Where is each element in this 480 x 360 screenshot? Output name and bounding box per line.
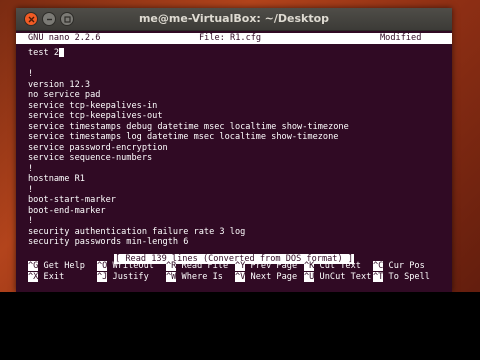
text-line: ! bbox=[28, 163, 34, 174]
text-line: security authentication failure rate 3 l… bbox=[28, 226, 246, 237]
window-title: me@me-VirtualBox: ~/Desktop bbox=[138, 12, 330, 25]
shortcut-label: Read File bbox=[181, 260, 229, 271]
shortcut-where-is[interactable]: ^W Where Is bbox=[166, 271, 223, 283]
shortcut-label: Where Is bbox=[181, 271, 223, 282]
shortcut-label: To Spell bbox=[388, 271, 430, 282]
shortcut-label: Prev Page bbox=[250, 260, 298, 271]
status-line: [ Read 139 lines (Converted from DOS for… bbox=[16, 250, 452, 264]
text-line: service timestamps debug datetime msec l… bbox=[28, 121, 349, 132]
shortcut-prev-page[interactable]: ^Y Prev Page bbox=[235, 260, 298, 272]
nano-modified-flag: Modified bbox=[380, 33, 422, 43]
text-line: version 12.3 bbox=[28, 79, 91, 90]
shortcut-label: Cur Pos bbox=[388, 260, 425, 271]
text-line bbox=[16, 59, 452, 70]
terminal-area[interactable]: GNU nano 2.2.6 File: R1.cfg Modified tes… bbox=[16, 31, 452, 292]
text-line: ! bbox=[16, 69, 452, 80]
shortcut-key: ^U bbox=[304, 271, 315, 282]
shortcut-uncut-text[interactable]: ^U UnCut Text bbox=[304, 271, 372, 283]
text-line: service tcp-keepalives-out bbox=[28, 111, 163, 121]
shortcut-key: ^Y bbox=[235, 260, 246, 271]
nano-version: GNU nano 2.2.6 bbox=[28, 33, 101, 43]
shortcut-key: ^J bbox=[97, 271, 108, 282]
text-line: test 2 bbox=[16, 48, 452, 59]
text-line: service tcp-keepalives-in bbox=[28, 100, 158, 111]
shortcut-key: ^R bbox=[166, 260, 177, 271]
nano-header: GNU nano 2.2.6 File: R1.cfg Modified bbox=[16, 33, 452, 44]
shortcut-key: ^O bbox=[97, 260, 108, 271]
shortcut-exit[interactable]: ^X Exit bbox=[28, 271, 65, 283]
video-letterbox bbox=[0, 292, 480, 360]
shortcut-label: Exit bbox=[43, 271, 65, 282]
shortcut-key: ^X bbox=[28, 271, 39, 282]
shortcut-key: ^V bbox=[235, 271, 246, 282]
text-line: ! bbox=[28, 184, 34, 195]
nano-filename: File: R1.cfg bbox=[199, 33, 262, 43]
shortcut-label: UnCut Text bbox=[319, 271, 372, 282]
text-line: service sequence-numbers bbox=[28, 153, 153, 163]
shortcut-key: ^T bbox=[373, 271, 384, 282]
shortcut-label: Justify bbox=[112, 271, 149, 282]
text-cursor bbox=[59, 48, 65, 57]
shortcut-label: Cut Text bbox=[319, 260, 361, 271]
shortcut-key: ^G bbox=[28, 260, 39, 271]
shortcut-to-spell[interactable]: ^T To Spell bbox=[373, 271, 430, 283]
shortcut-row-1: ^G Get Help ^O WriteOut ^R Read File ^Y … bbox=[16, 260, 452, 272]
terminal-window: me@me-VirtualBox: ~/Desktop GNU nano 2.2… bbox=[16, 8, 452, 292]
shortcut-cur-pos[interactable]: ^C Cur Pos bbox=[373, 260, 425, 272]
text-line: boot-end-marker bbox=[28, 205, 106, 216]
text-line: no service pad bbox=[28, 90, 101, 100]
shortcut-key: ^C bbox=[373, 260, 384, 271]
shortcut-label: WriteOut bbox=[112, 260, 154, 271]
shortcut-cut-text[interactable]: ^K Cut Text bbox=[304, 260, 361, 272]
editor-buffer[interactable]: test 2 ! version 12.3 no service pad ser… bbox=[16, 48, 452, 248]
shortcut-next-page[interactable]: ^V Next Page bbox=[235, 271, 298, 283]
text-line: service timestamps log datetime msec loc… bbox=[28, 132, 339, 142]
text-line: boot-start-marker bbox=[28, 195, 116, 205]
shortcut-label: Get Help bbox=[43, 260, 85, 271]
window-titlebar[interactable]: me@me-VirtualBox: ~/Desktop bbox=[16, 8, 452, 31]
shortcut-writeout[interactable]: ^O WriteOut bbox=[97, 260, 154, 272]
shortcut-key: ^K bbox=[304, 260, 315, 271]
text-line: security passwords min-length 6 bbox=[28, 237, 189, 247]
text-line: ! bbox=[28, 216, 34, 226]
shortcut-get-help[interactable]: ^G Get Help bbox=[28, 260, 85, 272]
shortcut-key: ^W bbox=[166, 271, 177, 282]
shortcut-read-file[interactable]: ^R Read File bbox=[166, 260, 229, 272]
text-line: hostname R1 bbox=[28, 174, 85, 184]
shortcut-label: Next Page bbox=[250, 271, 298, 282]
shortcut-row-2: ^X Exit ^J Justify ^W Where Is ^V Next P… bbox=[16, 271, 452, 283]
text-line: service password-encryption bbox=[28, 142, 168, 153]
shortcut-justify[interactable]: ^J Justify bbox=[97, 271, 149, 283]
